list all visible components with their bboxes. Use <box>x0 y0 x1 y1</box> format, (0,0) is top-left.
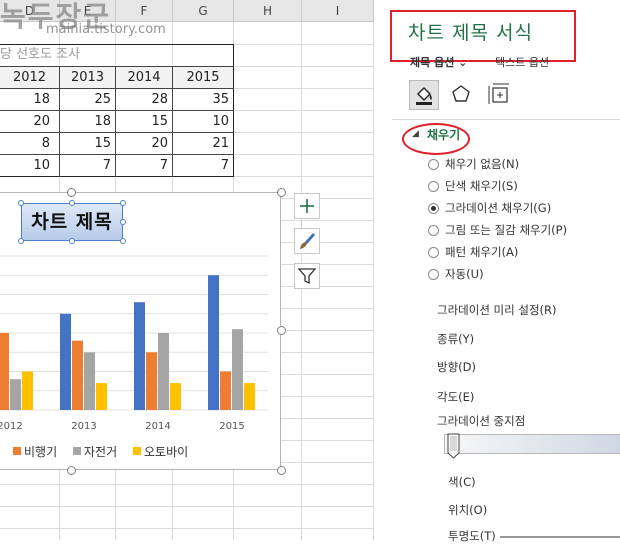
table-cell[interactable]: 10 <box>0 155 54 177</box>
title-handle[interactable] <box>120 219 126 225</box>
chart-elements-button[interactable] <box>294 193 320 219</box>
table-cell[interactable]: 20 <box>116 133 172 155</box>
chart-filters-button[interactable] <box>294 263 320 289</box>
plus-icon <box>300 199 314 213</box>
spreadsheet-grid[interactable]: D E F G H I 2012 2013 2014 2015 18 25 28… <box>0 0 374 540</box>
transparency-label[interactable]: 투명도(T) <box>448 528 496 544</box>
radio-gradient-fill[interactable]: 그라데이션 채우기(G) <box>428 199 551 217</box>
header-cell-2014[interactable]: 2014 <box>116 67 172 89</box>
fill-line-icon <box>416 87 432 105</box>
title-handle[interactable] <box>69 200 75 206</box>
table-cell[interactable]: 7 <box>116 155 172 177</box>
filter-icon <box>297 268 317 285</box>
chart-resize-handle[interactable] <box>67 466 76 475</box>
title-handle[interactable] <box>120 238 126 244</box>
title-handle[interactable] <box>18 200 24 206</box>
chart-resize-handle[interactable] <box>277 326 286 335</box>
radio-picture-fill[interactable]: 그림 또는 질감 채우기(P) <box>428 221 567 239</box>
header-cell-2015[interactable]: 2015 <box>173 67 233 89</box>
chart-resize-handle[interactable] <box>277 188 286 197</box>
radio-automatic-fill[interactable]: 자동(U) <box>428 265 484 283</box>
title-handle[interactable] <box>120 200 126 206</box>
title-handle[interactable] <box>18 238 24 244</box>
column-header-g[interactable]: G <box>173 0 234 22</box>
column-header-i[interactable]: I <box>302 0 374 22</box>
table-cell[interactable]: 8 <box>0 133 54 155</box>
radio-icon[interactable] <box>428 159 439 170</box>
table-cell[interactable]: 18 <box>60 111 115 133</box>
position-label[interactable]: 위치(O) <box>448 502 487 518</box>
table-cell[interactable]: 10 <box>173 111 233 133</box>
radio-icon[interactable] <box>428 269 439 280</box>
chart-title[interactable]: 차트 제목 <box>21 203 123 241</box>
fill-line-button[interactable] <box>409 80 439 110</box>
gradient-stop-handle[interactable] <box>447 433 460 459</box>
angle-label[interactable]: 각도(E) <box>437 389 474 405</box>
gradient-preset-label[interactable]: 그라데이션 미리 설정(R) <box>437 302 557 318</box>
size-properties-button[interactable] <box>485 80 515 110</box>
section-highlight <box>402 123 470 155</box>
size-properties-icon <box>488 83 509 104</box>
gradient-stops-bar[interactable] <box>444 434 620 454</box>
table-cell[interactable]: 35 <box>173 89 233 111</box>
radio-no-fill[interactable]: 채우기 없음(N) <box>428 155 519 173</box>
color-label[interactable]: 색(C) <box>448 474 476 490</box>
table-cell[interactable]: 7 <box>60 155 115 177</box>
radio-solid-fill[interactable]: 단색 채우기(S) <box>428 177 518 195</box>
effects-icon <box>452 85 470 102</box>
brush-icon <box>300 233 315 249</box>
table-cell[interactable]: 15 <box>60 133 115 155</box>
table-cell[interactable]: 28 <box>116 89 172 111</box>
column-header-h[interactable]: H <box>234 0 302 22</box>
chart-resize-handle[interactable] <box>67 188 76 197</box>
title-handle[interactable] <box>69 238 75 244</box>
radio-icon[interactable] <box>428 181 439 192</box>
watermark-url: mainia.tistory.com <box>46 22 166 37</box>
radio-icon[interactable] <box>428 247 439 258</box>
table-cell[interactable]: 20 <box>0 111 54 133</box>
table-cell[interactable]: 15 <box>116 111 172 133</box>
table-cell[interactable]: 21 <box>173 133 233 155</box>
tab-title-options[interactable]: 제목 옵션 ⌄ <box>410 54 467 70</box>
pane-divider <box>392 119 620 120</box>
chart-styles-button[interactable] <box>294 228 320 254</box>
chart-resize-handle[interactable] <box>277 466 286 475</box>
type-label[interactable]: 종류(Y) <box>437 331 474 347</box>
radio-pattern-fill[interactable]: 패턴 채우기(A) <box>428 243 518 261</box>
header-cell-2012[interactable]: 2012 <box>0 67 59 89</box>
table-cell[interactable]: 25 <box>60 89 115 111</box>
transparency-slider[interactable] <box>500 536 620 538</box>
header-cell-2013[interactable]: 2013 <box>60 67 115 89</box>
effects-button[interactable] <box>447 80 477 110</box>
table-cell[interactable]: 7 <box>173 155 233 177</box>
direction-label[interactable]: 방향(D) <box>437 359 476 375</box>
sheet-title-cell[interactable]: 당 선호도 조사 <box>0 44 80 66</box>
radio-icon[interactable] <box>428 203 439 214</box>
table-cell[interactable]: 18 <box>0 89 54 111</box>
radio-icon[interactable] <box>428 225 439 236</box>
tab-text-options[interactable]: 텍스트 옵션 <box>495 54 549 70</box>
gradient-stops-label: 그라데이션 중지점 <box>437 414 526 428</box>
